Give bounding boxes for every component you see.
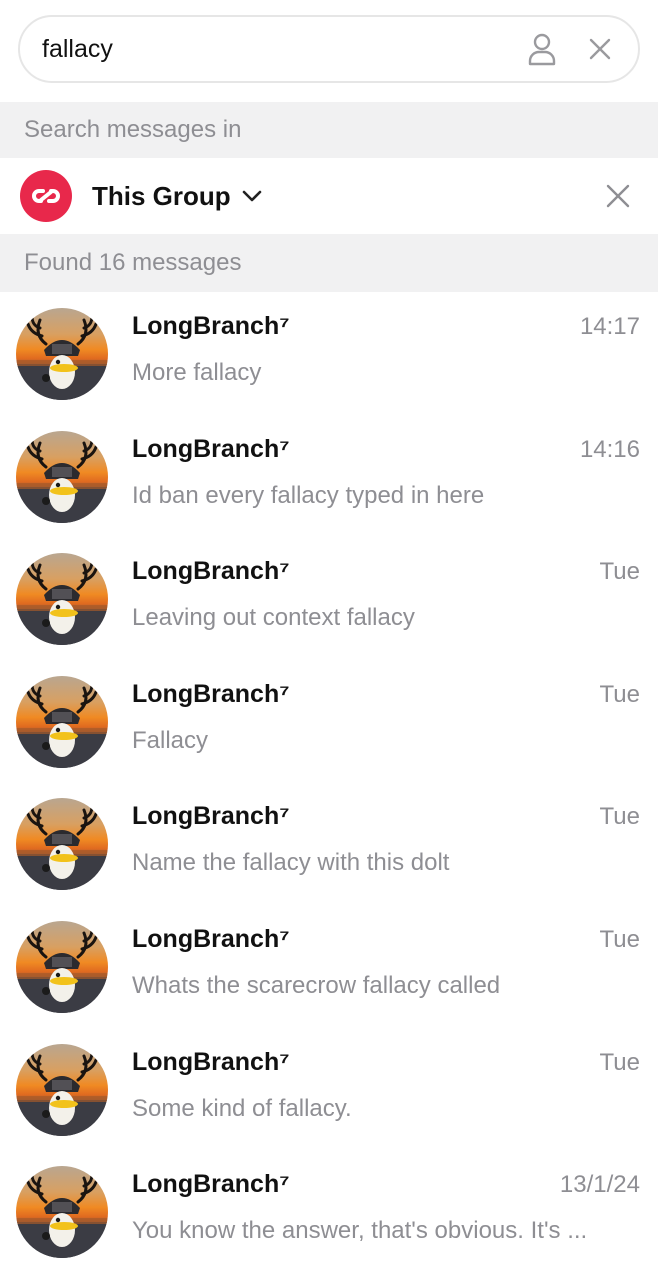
avatar <box>16 430 108 523</box>
message-time: 14:17 <box>579 313 640 340</box>
message-preview: Leaving out context fallacy <box>132 604 415 632</box>
sender-name: LongBranch⁷ <box>132 802 290 831</box>
list-item[interactable]: LongBranch⁷ Tue Whats the scarecrow fall… <box>0 905 658 1028</box>
list-item[interactable]: LongBranch⁷ Tue Name the fallacy with th… <box>0 782 658 905</box>
message-time: Tue <box>599 1048 640 1076</box>
search-input[interactable]: fallacy <box>18 15 640 83</box>
close-icon[interactable] <box>580 29 620 69</box>
list-item[interactable]: LongBranch⁷ Tue Some kind of fallacy. <box>0 1028 658 1151</box>
list-item[interactable]: LongBranch⁷ 13/1/24 You know the answer,… <box>0 1150 658 1273</box>
search-scope-header: Search messages in <box>0 102 658 158</box>
avatar <box>16 553 108 646</box>
results-count-header: Found 16 messages <box>0 234 658 292</box>
avatar <box>16 308 108 400</box>
list-item[interactable]: LongBranch⁷ 14:16 Id ban every fallacy t… <box>0 415 658 538</box>
sender-name: LongBranch⁷ <box>132 1047 290 1076</box>
scope-selector[interactable]: This Group <box>0 158 658 234</box>
message-preview: Id ban every fallacy typed in here <box>132 481 485 509</box>
avatar <box>16 920 108 1013</box>
sender-name: LongBranch⁷ <box>132 1170 290 1199</box>
message-preview: Fallacy <box>132 726 209 754</box>
avatar <box>16 675 108 768</box>
message-preview: More fallacy <box>132 359 262 386</box>
message-preview: Name the fallacy with this dolt <box>132 849 450 877</box>
person-icon[interactable] <box>522 29 562 69</box>
message-time: Tue <box>599 925 640 953</box>
avatar <box>16 1166 108 1259</box>
sender-name: LongBranch⁷ <box>132 679 290 708</box>
message-time: Tue <box>599 680 640 708</box>
message-results-list: LongBranch⁷ 14:17 More fallacy LongBranc… <box>0 292 658 1273</box>
group-logo-icon <box>20 170 72 222</box>
close-icon[interactable] <box>600 178 636 214</box>
list-item[interactable]: LongBranch⁷ 14:17 More fallacy <box>0 292 658 415</box>
message-time: Tue <box>599 558 640 586</box>
list-item[interactable]: LongBranch⁷ Tue Leaving out context fall… <box>0 537 658 660</box>
scope-label[interactable]: This Group <box>92 181 231 212</box>
sender-name: LongBranch⁷ <box>132 434 290 463</box>
message-preview: You know the answer, that's obvious. It'… <box>132 1217 588 1245</box>
sender-name: LongBranch⁷ <box>132 557 290 586</box>
avatar <box>16 1043 108 1136</box>
avatar <box>16 798 108 891</box>
message-time: Tue <box>599 803 640 831</box>
sender-name: LongBranch⁷ <box>132 924 290 953</box>
sender-name: LongBranch⁷ <box>132 312 290 340</box>
chevron-down-icon[interactable] <box>241 189 263 203</box>
search-query[interactable]: fallacy <box>42 35 504 64</box>
message-time: 14:16 <box>579 435 640 463</box>
search-bar: fallacy <box>0 0 658 102</box>
message-preview: Some kind of fallacy. <box>132 1094 352 1122</box>
message-preview: Whats the scarecrow fallacy called <box>132 971 501 999</box>
message-time: 13/1/24 <box>559 1171 640 1199</box>
list-item[interactable]: LongBranch⁷ Tue Fallacy <box>0 660 658 783</box>
